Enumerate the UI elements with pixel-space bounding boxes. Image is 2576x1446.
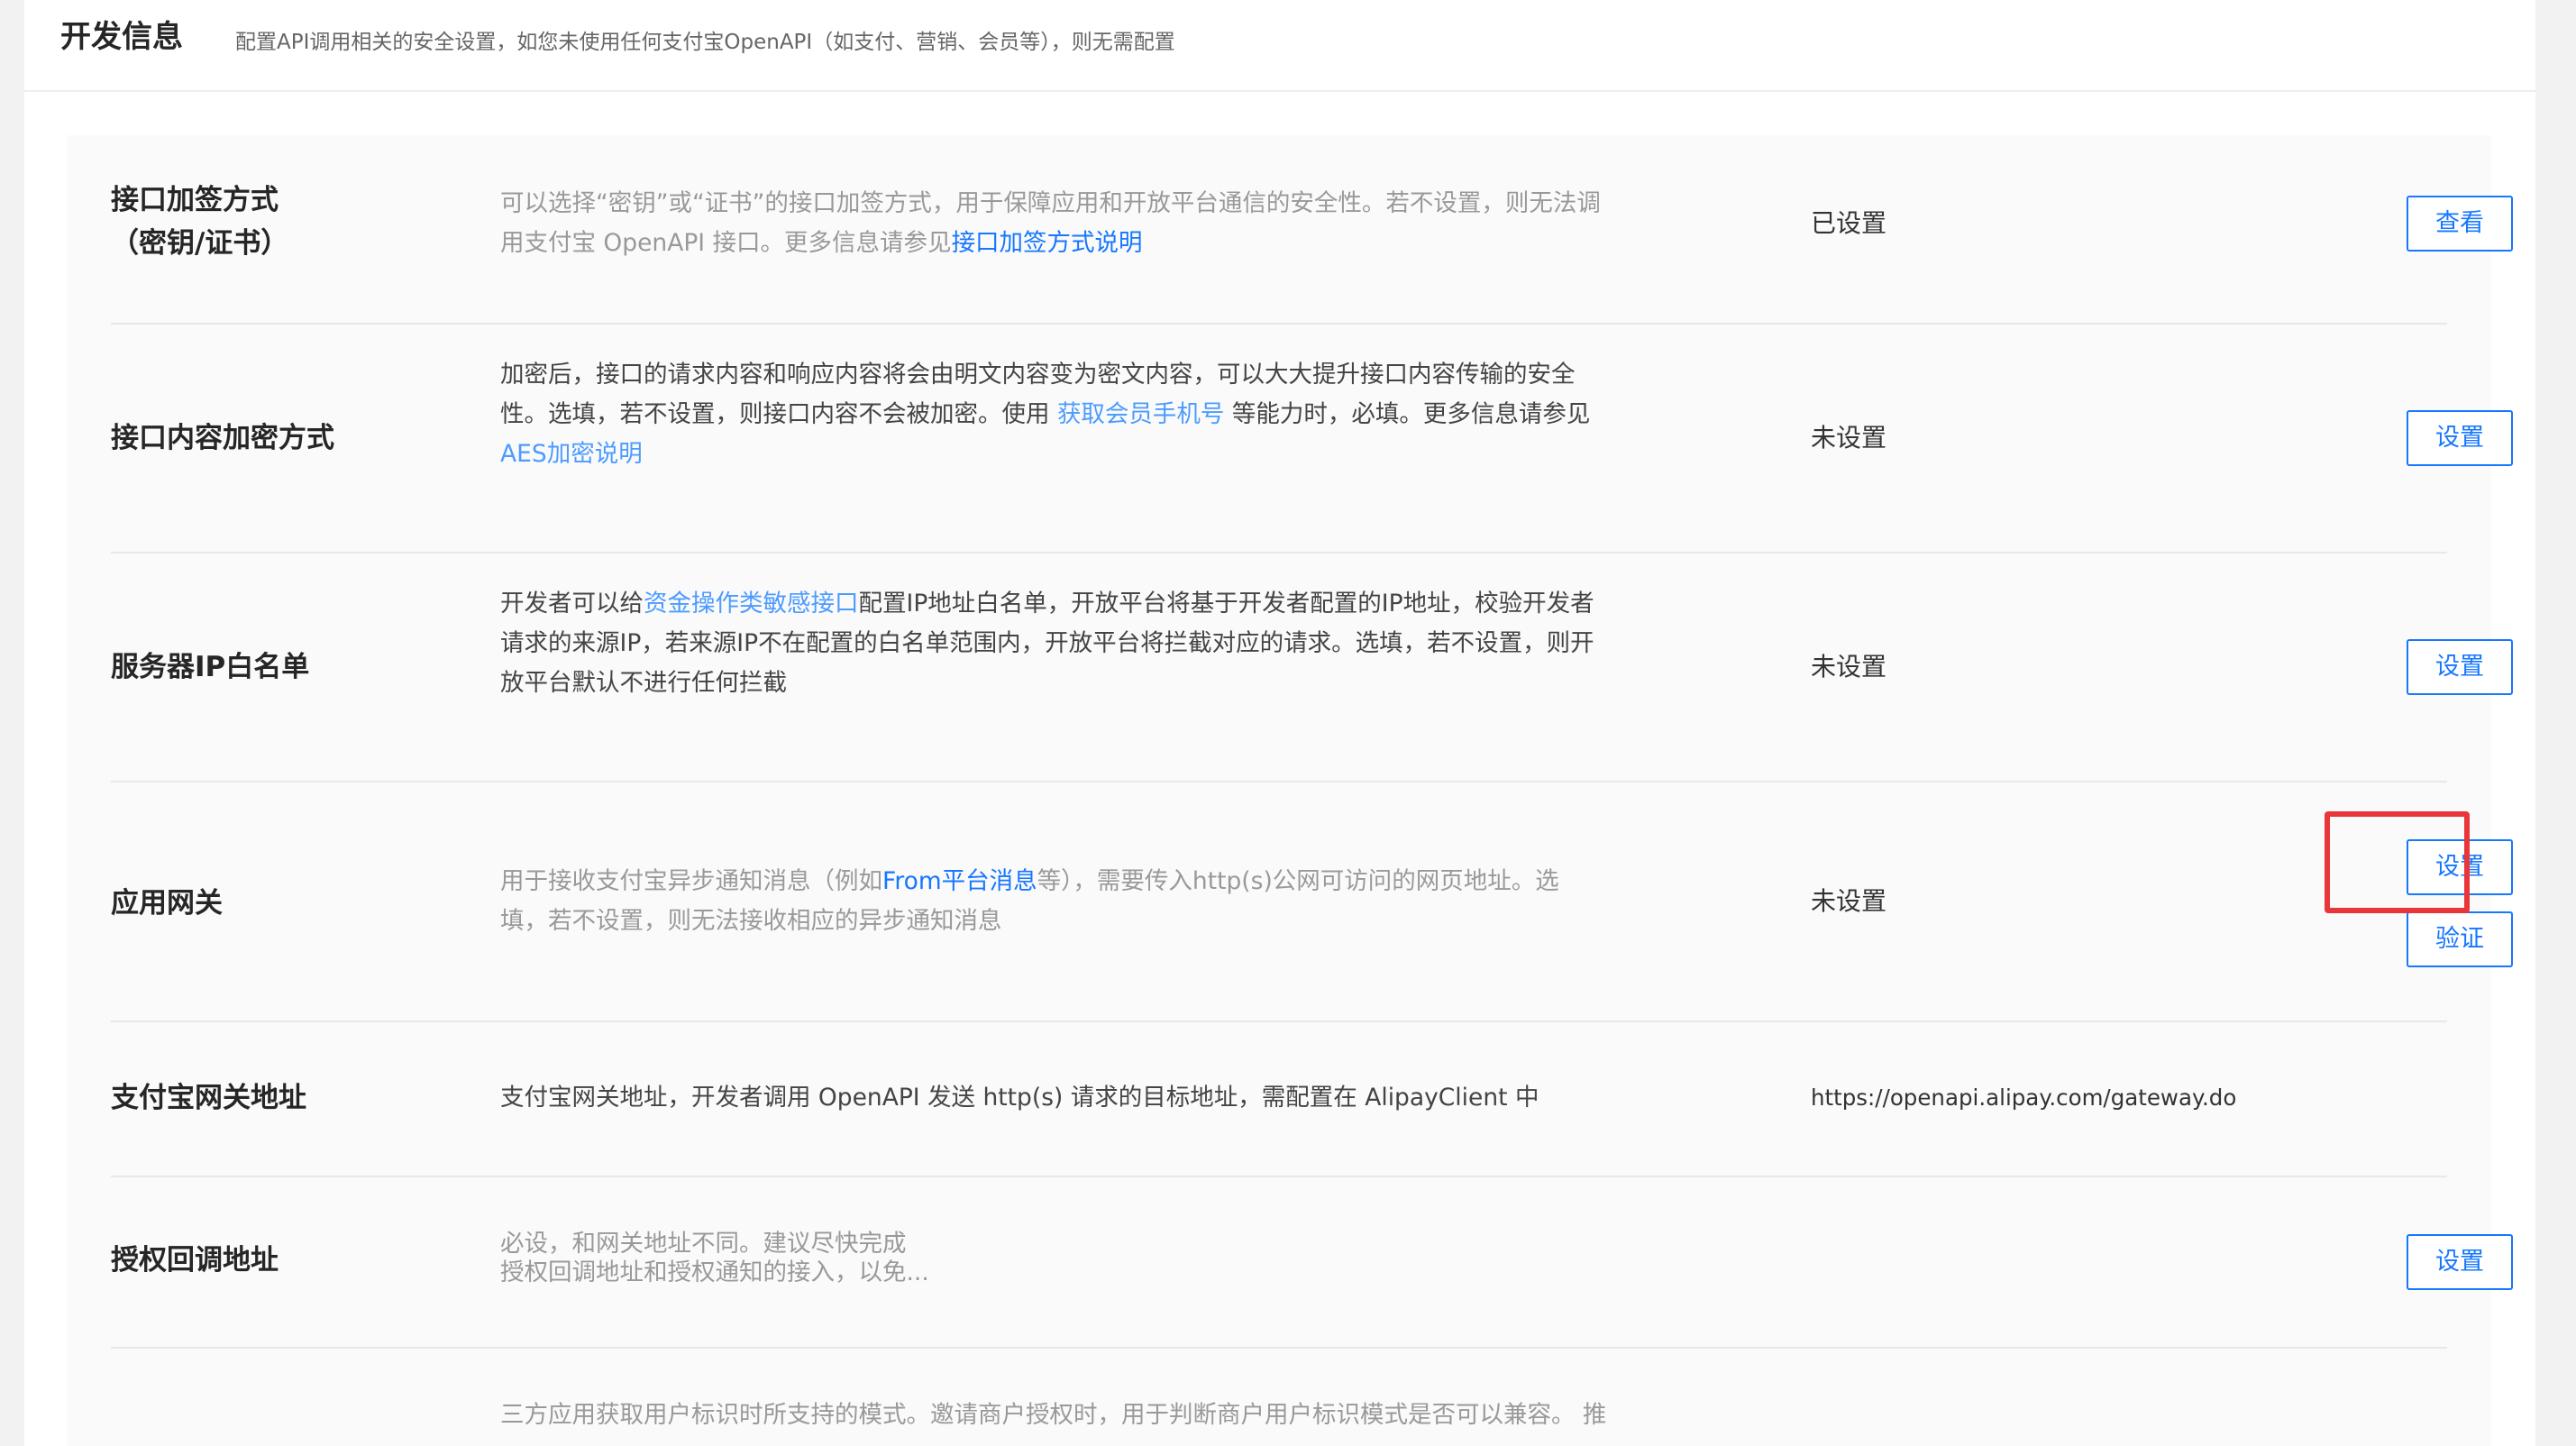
desc-line: 性。选填，若不设置，则接口内容不会被加密。使用 获取会员手机号 等能力时，必填。… <box>500 395 1690 435</box>
row-label: 接口加签方式 （密钥/证书） <box>111 178 288 265</box>
row-label-line: 接口加签方式 <box>111 184 279 216</box>
desc-line: 填，若不设置，则无法接收相应的异步通知消息 <box>500 907 1002 935</box>
row-user-id-mode: 三方应用获取用户标识时所支持的模式。邀请商户授权时，用于判断商户用户标识模式是否… <box>111 1349 2447 1446</box>
desc-text: 等能力时，必填。更多信息请参见 <box>1224 400 1591 428</box>
page-header: 开发信息 配置API调用相关的安全设置，如您未使用任何支付宝OpenAPI（如支… <box>24 0 2535 92</box>
row-label: 授权回调地址 <box>111 1244 279 1277</box>
row-label: 接口内容加密方式 <box>111 422 334 454</box>
row-signing-method: 接口加签方式 （密钥/证书） 可以选择“密钥”或“证书”的接口加签方式，用于保障… <box>111 135 2513 325</box>
set-encryption-button[interactable]: 设置 <box>2407 410 2513 466</box>
desc-line: 加密后，接口的请求内容和响应内容将会由明文内容变为密文内容，可以大大提升接口内容… <box>500 361 1576 389</box>
desc-text: 用支付宝 OpenAPI 接口。更多信息请参见 <box>500 229 952 257</box>
desc-line: 用于接收支付宝异步通知消息（例如From平台消息等），需要传入http(s)公网… <box>500 862 1690 901</box>
row-description: 用于接收支付宝异步通知消息（例如From平台消息等），需要传入http(s)公网… <box>500 862 1690 941</box>
member-phone-link[interactable]: 获取会员手机号 <box>1057 400 1225 428</box>
page: 开发信息 配置API调用相关的安全设置，如您未使用任何支付宝OpenAPI（如支… <box>24 0 2535 1446</box>
desc-line: 放平台默认不进行任何拦截 <box>500 669 787 697</box>
row-description: 三方应用获取用户标识时所支持的模式。邀请商户授权时，用于判断商户用户标识模式是否… <box>500 1401 1607 1429</box>
desc-line: 授权回调地址和授权通知的接入，以免... <box>500 1258 929 1286</box>
row-label-line: （密钥/证书） <box>111 227 289 260</box>
row-description: 可以选择“密钥”或“证书”的接口加签方式，用于保障应用和开放平台通信的安全性。若… <box>500 184 1690 263</box>
aes-doc-link[interactable]: AES加密说明 <box>500 440 643 468</box>
set-ip-whitelist-button[interactable]: 设置 <box>2407 639 2513 695</box>
sensitive-api-link[interactable]: 资金操作类敏感接口 <box>644 590 859 618</box>
settings-panel: 接口加签方式 （密钥/证书） 可以选择“密钥”或“证书”的接口加签方式，用于保障… <box>67 135 2513 1446</box>
desc-text: 开发者可以给 <box>500 590 644 618</box>
row-auth-callback: 授权回调地址 必设，和网关地址不同。建议尽快完成 授权回调地址和授权通知的接入，… <box>111 1177 2513 1349</box>
row-label: 服务器IP白名单 <box>111 651 310 683</box>
row-description: 加密后，接口的请求内容和响应内容将会由明文内容变为密文内容，可以大大提升接口内容… <box>500 355 1690 474</box>
status-text: 未设置 <box>1811 652 1887 682</box>
desc-line: 请求的来源IP，若来源IP不在配置的白名单范围内，开放平台将拦截对应的请求。选填… <box>500 629 1594 657</box>
desc-text: 性。选填，若不设置，则接口内容不会被加密。使用 <box>500 400 1057 428</box>
page-title: 开发信息 <box>60 19 183 55</box>
row-app-gateway: 应用网关 用于接收支付宝异步通知消息（例如From平台消息等），需要传入http… <box>111 782 2513 1022</box>
desc-line: AES加密说明 <box>500 435 1690 474</box>
signing-method-doc-link[interactable]: 接口加签方式说明 <box>952 229 1143 257</box>
desc-line: 开发者可以给资金操作类敏感接口配置IP地址白名单，开放平台将基于开发者配置的IP… <box>500 584 1690 624</box>
row-description: 支付宝网关地址，开发者调用 OpenAPI 发送 http(s) 请求的目标地址… <box>500 1084 1539 1112</box>
desc-text: 用于接收支付宝异步通知消息（例如 <box>500 867 882 895</box>
row-description: 开发者可以给资金操作类敏感接口配置IP地址白名单，开放平台将基于开发者配置的IP… <box>500 584 1690 703</box>
page-description: 配置API调用相关的安全设置，如您未使用任何支付宝OpenAPI（如支付、营销、… <box>235 31 1175 54</box>
desc-text: 配置IP地址白名单，开放平台将基于开发者配置的IP地址，校验开发者 <box>858 590 1594 618</box>
gateway-url-text: https://openapi.alipay.com/gateway.do <box>1811 1084 2237 1111</box>
row-content-encryption: 接口内容加密方式 加密后，接口的请求内容和响应内容将会由明文内容变为密文内容，可… <box>111 325 2513 554</box>
verify-gateway-button[interactable]: 验证 <box>2407 911 2513 967</box>
row-description: 必设，和网关地址不同。建议尽快完成 授权回调地址和授权通知的接入，以免... <box>500 1230 1690 1287</box>
status-text: 已设置 <box>1811 208 1887 238</box>
desc-line: 必设，和网关地址不同。建议尽快完成 <box>500 1230 907 1258</box>
desc-line: 可以选择“密钥”或“证书”的接口加签方式，用于保障应用和开放平台通信的安全性。若… <box>500 189 1601 217</box>
set-callback-button[interactable]: 设置 <box>2407 1234 2513 1290</box>
from-platform-message-link[interactable]: From平台消息 <box>882 867 1037 895</box>
row-alipay-gateway: 支付宝网关地址 支付宝网关地址，开发者调用 OpenAPI 发送 http(s)… <box>111 1022 2447 1177</box>
row-label: 应用网关 <box>111 887 223 920</box>
set-gateway-button[interactable]: 设置 <box>2407 839 2513 895</box>
desc-text: 等），需要传入http(s)公网可访问的网页地址。选 <box>1037 867 1559 895</box>
row-ip-whitelist: 服务器IP白名单 开发者可以给资金操作类敏感接口配置IP地址白名单，开放平台将基… <box>111 554 2513 782</box>
view-button[interactable]: 查看 <box>2407 196 2513 252</box>
status-text: 未设置 <box>1811 423 1887 453</box>
desc-line: 用支付宝 OpenAPI 接口。更多信息请参见接口加签方式说明 <box>500 224 1690 263</box>
row-label: 支付宝网关地址 <box>111 1082 306 1114</box>
status-text: 未设置 <box>1811 886 1887 916</box>
